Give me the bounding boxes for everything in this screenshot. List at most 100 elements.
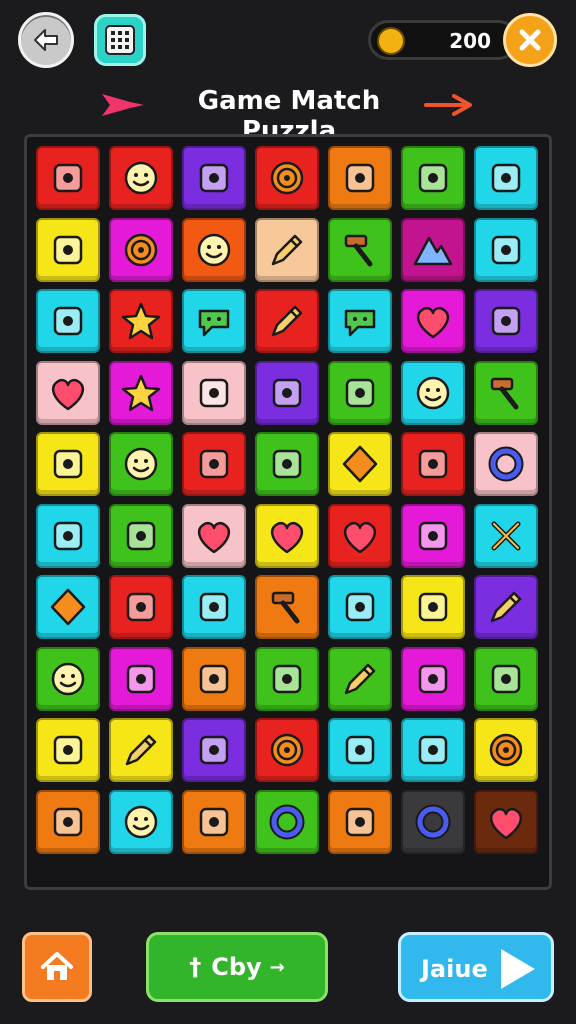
tile[interactable] bbox=[109, 503, 173, 568]
tile[interactable] bbox=[474, 217, 538, 282]
tile[interactable] bbox=[328, 646, 392, 711]
tile[interactable] bbox=[401, 575, 465, 639]
carrot-icon bbox=[418, 735, 448, 765]
tile[interactable] bbox=[182, 646, 246, 711]
tile[interactable] bbox=[182, 789, 246, 854]
feather-icon bbox=[271, 305, 303, 337]
tile[interactable] bbox=[255, 217, 319, 282]
tile[interactable] bbox=[109, 646, 173, 711]
flower-icon bbox=[270, 733, 304, 767]
tile[interactable] bbox=[474, 718, 538, 782]
tile[interactable] bbox=[36, 432, 100, 496]
tile[interactable] bbox=[328, 146, 392, 210]
tile[interactable] bbox=[36, 289, 100, 353]
tile[interactable] bbox=[401, 146, 465, 210]
tile[interactable] bbox=[109, 718, 173, 782]
tile[interactable] bbox=[401, 360, 465, 425]
fish-icon bbox=[345, 378, 375, 407]
tile[interactable] bbox=[255, 432, 319, 496]
tile[interactable] bbox=[182, 718, 246, 782]
sheep-icon bbox=[416, 376, 450, 409]
tile[interactable] bbox=[255, 360, 319, 425]
paddle-icon bbox=[271, 591, 300, 624]
tile[interactable] bbox=[474, 503, 538, 568]
tile[interactable] bbox=[328, 575, 392, 639]
tile[interactable] bbox=[255, 789, 319, 854]
tile[interactable] bbox=[109, 575, 173, 639]
coin-icon bbox=[377, 27, 405, 55]
copy-prefix: † bbox=[189, 953, 202, 981]
back-button[interactable] bbox=[18, 12, 74, 68]
blob-icon bbox=[53, 521, 83, 550]
tile[interactable] bbox=[109, 146, 173, 210]
tile[interactable] bbox=[255, 146, 319, 210]
tile[interactable] bbox=[109, 217, 173, 282]
mountain-icon bbox=[413, 236, 453, 265]
tile[interactable] bbox=[36, 575, 100, 639]
tile[interactable] bbox=[182, 360, 246, 425]
tile[interactable] bbox=[109, 360, 173, 425]
tile[interactable] bbox=[474, 789, 538, 854]
tile[interactable] bbox=[182, 432, 246, 496]
tile[interactable] bbox=[36, 503, 100, 568]
tile[interactable] bbox=[401, 289, 465, 353]
tile[interactable] bbox=[401, 432, 465, 496]
tile[interactable] bbox=[401, 217, 465, 282]
tile[interactable] bbox=[474, 289, 538, 353]
copy-button[interactable]: † Cby → bbox=[146, 932, 328, 1002]
box-icon bbox=[199, 378, 229, 407]
tile[interactable] bbox=[182, 575, 246, 639]
tile[interactable] bbox=[36, 646, 100, 711]
speech-bubble-icon bbox=[344, 309, 376, 337]
tile[interactable] bbox=[401, 789, 465, 854]
tile[interactable] bbox=[109, 789, 173, 854]
heart-icon bbox=[489, 807, 523, 839]
tile[interactable] bbox=[182, 503, 246, 568]
tile[interactable] bbox=[36, 217, 100, 282]
tile[interactable] bbox=[182, 289, 246, 353]
tile[interactable] bbox=[36, 146, 100, 210]
tile[interactable] bbox=[109, 289, 173, 353]
tile[interactable] bbox=[474, 575, 538, 639]
tile[interactable] bbox=[328, 432, 392, 496]
tile[interactable] bbox=[36, 360, 100, 425]
tile[interactable] bbox=[36, 789, 100, 854]
tile[interactable] bbox=[328, 789, 392, 854]
splat-icon bbox=[121, 302, 161, 340]
level-grid-button[interactable] bbox=[94, 14, 146, 66]
tile[interactable] bbox=[328, 718, 392, 782]
cat-face-icon bbox=[53, 163, 83, 193]
tile[interactable] bbox=[182, 217, 246, 282]
number-box-icon bbox=[53, 306, 83, 336]
tile[interactable] bbox=[328, 289, 392, 353]
tile[interactable] bbox=[255, 503, 319, 568]
droplet-face-icon bbox=[124, 805, 158, 838]
tile[interactable] bbox=[328, 503, 392, 568]
tile[interactable] bbox=[255, 646, 319, 711]
next-button[interactable]: Jaiue bbox=[398, 932, 554, 1002]
frame-icon bbox=[491, 664, 521, 693]
smiley-icon bbox=[124, 161, 158, 195]
puzzle-board bbox=[24, 134, 552, 890]
close-button[interactable] bbox=[503, 13, 557, 67]
search-ring-icon bbox=[269, 804, 305, 839]
tile[interactable] bbox=[328, 217, 392, 282]
tile[interactable] bbox=[255, 289, 319, 353]
tile[interactable] bbox=[255, 718, 319, 782]
home-button[interactable] bbox=[22, 932, 92, 1002]
tile[interactable] bbox=[109, 432, 173, 496]
tile[interactable] bbox=[474, 360, 538, 425]
tile[interactable] bbox=[474, 432, 538, 496]
tile[interactable] bbox=[474, 146, 538, 210]
tile[interactable] bbox=[328, 360, 392, 425]
tile[interactable] bbox=[255, 575, 319, 639]
tile[interactable] bbox=[401, 646, 465, 711]
splash-icon bbox=[418, 521, 448, 550]
tile[interactable] bbox=[36, 718, 100, 782]
tile[interactable] bbox=[474, 646, 538, 711]
pen-icon bbox=[271, 234, 303, 265]
tile[interactable] bbox=[401, 503, 465, 568]
tile[interactable] bbox=[182, 146, 246, 210]
tile[interactable] bbox=[401, 718, 465, 782]
eraser-icon bbox=[199, 807, 229, 836]
